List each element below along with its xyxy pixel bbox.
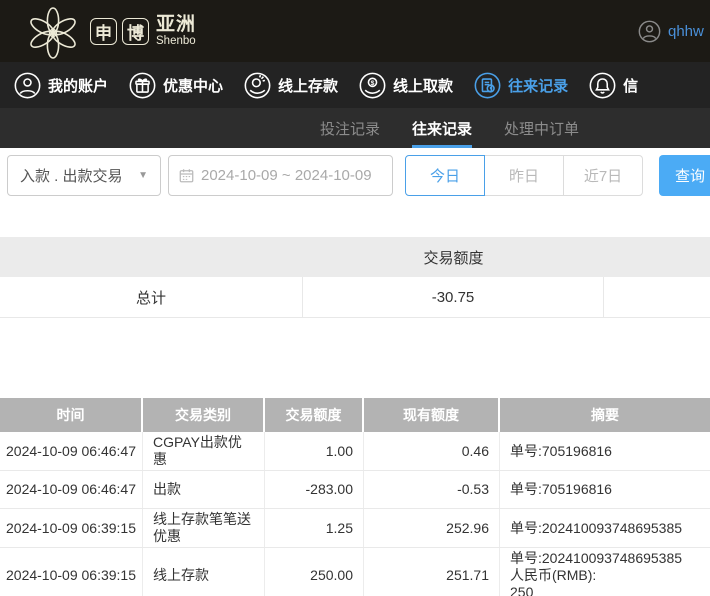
- cell-summary: 单号:705196816: [510, 442, 612, 459]
- brand-latin-text: Shenbo: [156, 34, 196, 47]
- tab-betting-records[interactable]: 投注记录: [320, 108, 380, 148]
- summary-header-empty: [0, 237, 303, 277]
- transactions-header-row: 时间 交易类别 交易额度 现有额度 摘要: [0, 398, 710, 432]
- cell-balance: 251.71: [364, 548, 500, 596]
- tab-pending-orders[interactable]: 处理中订单: [504, 108, 579, 148]
- summary-header-row: 交易额度: [0, 237, 710, 277]
- cell-balance: 252.96: [364, 509, 500, 547]
- cell-time: 2024-10-09 06:46:47: [0, 432, 143, 470]
- top-brand-bar: 申 博 亚洲 Shenbo qhhw: [0, 0, 710, 62]
- username-text[interactable]: qhhw: [668, 23, 704, 40]
- nav-label: 线上存款: [278, 77, 339, 95]
- nav-item-online-deposit[interactable]: 线上存款: [244, 72, 338, 99]
- col-header-type: 交易类别: [143, 398, 265, 432]
- tab-label: 往来记录: [412, 120, 473, 138]
- cell-summary: 单号:705196816: [510, 481, 612, 497]
- lotus-flower-icon: [26, 4, 80, 60]
- nav-item-my-account[interactable]: 我的账户: [14, 72, 108, 99]
- brand-logo[interactable]: 申 博 亚洲 Shenbo: [26, 2, 196, 60]
- summary-total-label: 总计: [0, 277, 303, 317]
- transaction-type-value: 入款 . 出款交易: [20, 168, 123, 185]
- withdraw-icon: $: [359, 72, 386, 99]
- nav-label: 往来记录: [508, 77, 569, 95]
- cell-balance: 0.46: [364, 432, 500, 470]
- deposit-icon: [244, 72, 271, 99]
- nav-label: 信: [623, 77, 639, 95]
- nav-label: 我的账户: [48, 77, 109, 95]
- today-button[interactable]: 今日: [405, 155, 485, 196]
- chevron-down-icon: ▼: [138, 170, 148, 181]
- summary-header-empty-2: [604, 237, 710, 277]
- col-header-time: 时间: [0, 398, 143, 432]
- tab-label: 处理中订单: [504, 120, 580, 138]
- brand-hanzi-bo: 博: [122, 17, 149, 45]
- cell-summary: 单号:202410093748695385: [510, 519, 683, 536]
- nav-item-online-withdraw[interactable]: $ 线上取款: [359, 72, 453, 99]
- svg-text:$: $: [371, 79, 375, 86]
- main-navigation: 我的账户 优惠中心 线上存款 $ 线上取款 往来记录 信: [0, 62, 710, 108]
- table-row: 2024-10-09 06:39:15 线上存款 250.00 251.71 单…: [0, 548, 710, 596]
- nav-item-messages[interactable]: 信: [589, 72, 638, 99]
- cell-amount: 1.00: [265, 432, 364, 470]
- nav-label: 优惠中心: [163, 77, 224, 95]
- cell-type: 线上存款笔笔送优惠: [143, 509, 265, 547]
- nav-label: 线上取款: [393, 77, 454, 95]
- records-subnav: 投注记录 往来记录 处理中订单: [0, 108, 710, 148]
- transaction-type-select[interactable]: 入款 . 出款交易 ▼: [7, 155, 161, 196]
- cell-amount: 1.25: [265, 509, 364, 547]
- date-range-input[interactable]: 2024-10-09 ~ 2024-10-09: [168, 155, 393, 196]
- summary-total-value: -30.75: [303, 277, 604, 317]
- calendar-icon: [179, 168, 194, 183]
- cell-summary: 单号:202410093748695385 人民币(RMB): 250: [510, 550, 683, 596]
- cell-time: 2024-10-09 06:46:47: [0, 471, 143, 508]
- col-header-summary: 摘要: [591, 407, 619, 423]
- col-header-amount: 交易额度: [265, 398, 364, 432]
- last-7-days-button[interactable]: 近7日: [563, 155, 643, 196]
- col-header-balance: 现有额度: [364, 398, 500, 432]
- filter-bar: 入款 . 出款交易 ▼ 2024-10-09 ~ 2024-10-09 今日 昨…: [0, 148, 710, 237]
- account-menu[interactable]: qhhw: [638, 0, 704, 62]
- cell-amount: -283.00: [265, 471, 364, 508]
- cell-time: 2024-10-09 06:39:15: [0, 548, 143, 596]
- summary-header-amount: 交易额度: [423, 249, 484, 267]
- account-avatar-icon: [638, 20, 661, 43]
- date-range-value: 2024-10-09 ~ 2024-10-09: [201, 167, 372, 184]
- search-button[interactable]: 查询: [659, 155, 710, 196]
- bell-icon: [589, 72, 616, 99]
- gift-icon: [129, 72, 156, 99]
- tab-label: 投注记录: [320, 120, 381, 138]
- cell-time: 2024-10-09 06:39:15: [0, 509, 143, 547]
- table-row: 2024-10-09 06:46:47 CGPAY出款优惠 1.00 0.46 …: [0, 432, 710, 471]
- summary-empty-cell: [604, 277, 710, 317]
- transaction-records-page: 申 博 亚洲 Shenbo qhhw 我的账户 优惠中心 线上存款 $ 线上取款…: [0, 0, 710, 596]
- brand-hanzi-shen: 申: [90, 17, 117, 45]
- nav-item-transaction-records[interactable]: 往来记录: [474, 72, 568, 99]
- table-row: 2024-10-09 06:39:15 线上存款笔笔送优惠 1.25 252.9…: [0, 509, 710, 548]
- nav-item-promotions[interactable]: 优惠中心: [129, 72, 223, 99]
- brand-region-text: 亚洲: [156, 13, 197, 35]
- records-icon: [474, 72, 501, 99]
- user-icon: [14, 72, 41, 99]
- table-row: 2024-10-09 06:46:47 出款 -283.00 -0.53 单号:…: [0, 471, 710, 509]
- summary-table: 交易额度 总计 -30.75: [0, 237, 710, 318]
- cell-amount: 250.00: [265, 548, 364, 596]
- summary-total-row: 总计 -30.75: [0, 277, 710, 318]
- cell-type: CGPAY出款优惠: [143, 432, 265, 470]
- cell-balance: -0.53: [364, 471, 500, 508]
- cell-type: 出款: [143, 471, 265, 508]
- quick-date-group: 今日 昨日 近7日: [405, 155, 643, 196]
- yesterday-button[interactable]: 昨日: [484, 155, 564, 196]
- tab-transaction-records[interactable]: 往来记录: [412, 108, 473, 148]
- transactions-table: 时间 交易类别 交易额度 现有额度 摘要 2024-10-09 06:46:47…: [0, 398, 710, 596]
- cell-type: 线上存款: [143, 548, 265, 596]
